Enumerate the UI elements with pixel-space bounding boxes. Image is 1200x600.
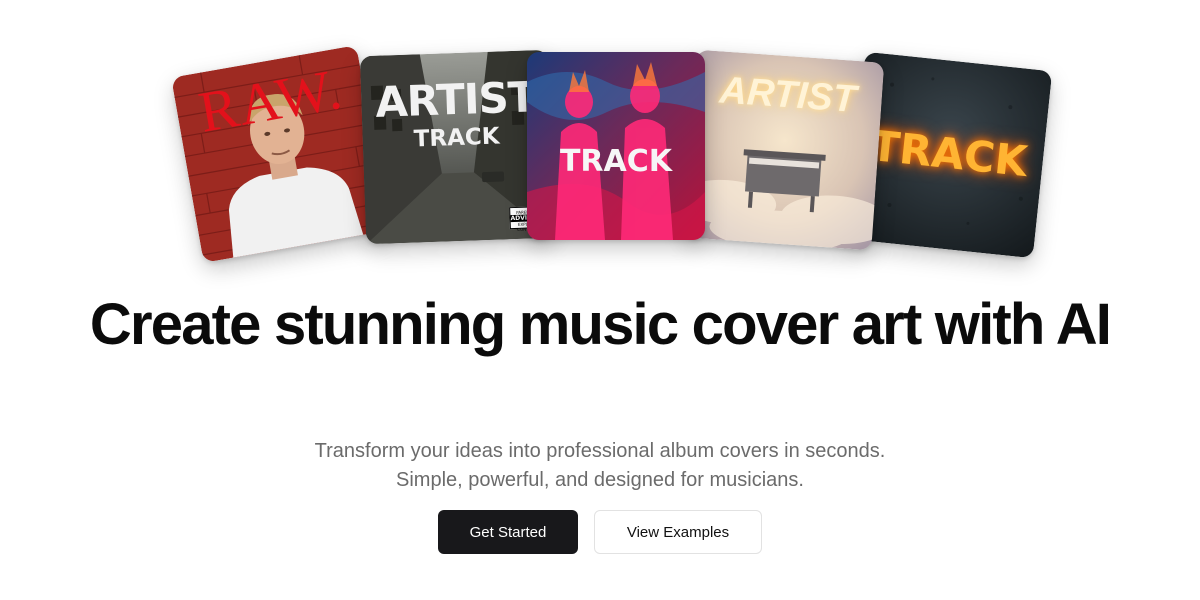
hero-subheadline-line-1: Transform your ideas into professional a… <box>314 440 886 462</box>
hero-section: RAW. ARTIST TRACK PARENTAL EXPLICIT CONT… <box>0 0 1200 600</box>
hero-actions: Get Started View Examples <box>0 510 1200 554</box>
hero-subheadline: Transform your ideas into professional a… <box>0 437 1200 495</box>
hero-headline: Create stunning music cover art with AI <box>89 292 1112 357</box>
track-neon-cover[interactable]: TRACK <box>527 52 705 240</box>
artist-track-cover[interactable]: ARTIST TRACK PARENTAL ADVISORY EXPLICIT … <box>359 49 555 245</box>
cover-art-gallery: RAW. ARTIST TRACK PARENTAL EXPLICIT CONT… <box>0 0 1200 280</box>
view-examples-button[interactable]: View Examples <box>594 510 762 554</box>
artist-piano-cover[interactable]: ARTIST <box>683 49 885 251</box>
raw-cover[interactable]: RAW. <box>171 45 389 263</box>
track-neon-cover-title: TRACK <box>559 144 673 179</box>
get-started-button[interactable]: Get Started <box>438 510 578 554</box>
hero-subheadline-line-2: Simple, powerful, and designed for music… <box>396 469 804 491</box>
artist-track-cover-title: ARTIST <box>374 72 537 127</box>
